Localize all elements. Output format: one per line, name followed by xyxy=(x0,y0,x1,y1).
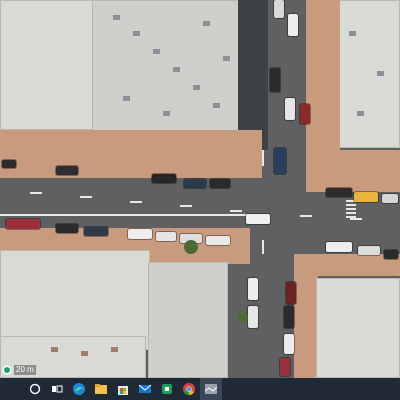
rooftop-building xyxy=(0,0,95,130)
car xyxy=(56,166,78,175)
car xyxy=(326,242,352,252)
car xyxy=(284,306,294,328)
task-view-icon xyxy=(52,385,63,393)
edge-browser-button[interactable] xyxy=(68,378,90,400)
mail-icon xyxy=(138,384,152,393)
chrome-icon xyxy=(183,383,195,395)
car xyxy=(184,179,206,188)
car xyxy=(210,179,230,188)
car xyxy=(284,334,294,354)
map-scale: 20 m xyxy=(2,364,36,376)
car xyxy=(280,358,290,376)
car xyxy=(358,246,380,255)
maps-app-icon xyxy=(204,384,218,394)
green-app-button[interactable] xyxy=(156,378,178,400)
car xyxy=(128,229,152,239)
satellite-map-view[interactable]: 20 m xyxy=(0,0,400,378)
sidewalk xyxy=(0,130,262,178)
car xyxy=(354,192,378,202)
car xyxy=(285,98,295,120)
car xyxy=(152,174,176,183)
building-shadow xyxy=(238,0,268,150)
tree xyxy=(184,240,198,254)
car xyxy=(288,14,298,36)
rooftop-building xyxy=(316,278,400,378)
car xyxy=(156,232,176,241)
car xyxy=(206,236,230,245)
car xyxy=(246,214,270,224)
rooftop-building xyxy=(148,262,228,378)
rooftop-building xyxy=(0,250,150,350)
car xyxy=(274,148,286,174)
rooftop-building xyxy=(336,0,400,148)
sidewalk xyxy=(294,254,318,378)
file-explorer-button[interactable] xyxy=(90,378,112,400)
car xyxy=(274,0,284,18)
start-button[interactable] xyxy=(24,378,46,400)
start-circle-icon xyxy=(29,383,41,395)
car xyxy=(384,250,398,259)
green-app-icon xyxy=(162,384,172,394)
car xyxy=(326,188,352,197)
car xyxy=(286,282,296,304)
car xyxy=(248,306,258,328)
car xyxy=(270,68,280,92)
car xyxy=(2,160,16,168)
chrome-button[interactable] xyxy=(178,378,200,400)
mail-button[interactable] xyxy=(134,378,156,400)
car xyxy=(248,278,258,300)
car xyxy=(6,219,40,229)
file-explorer-icon xyxy=(95,384,107,394)
task-view-button[interactable] xyxy=(46,378,68,400)
microsoft-store-icon xyxy=(118,386,128,395)
sidewalk xyxy=(306,150,400,192)
taskbar xyxy=(0,378,400,400)
edge-browser-icon xyxy=(73,383,85,395)
car xyxy=(84,227,108,236)
car xyxy=(300,104,310,124)
car xyxy=(56,224,78,233)
microsoft-store-button[interactable] xyxy=(112,378,134,400)
rooftop-building xyxy=(92,0,250,144)
google-logo-icon xyxy=(2,365,12,375)
maps-app-button[interactable] xyxy=(200,378,222,400)
car xyxy=(382,194,398,203)
tree xyxy=(238,312,248,322)
scale-label: 20 m xyxy=(14,365,36,375)
